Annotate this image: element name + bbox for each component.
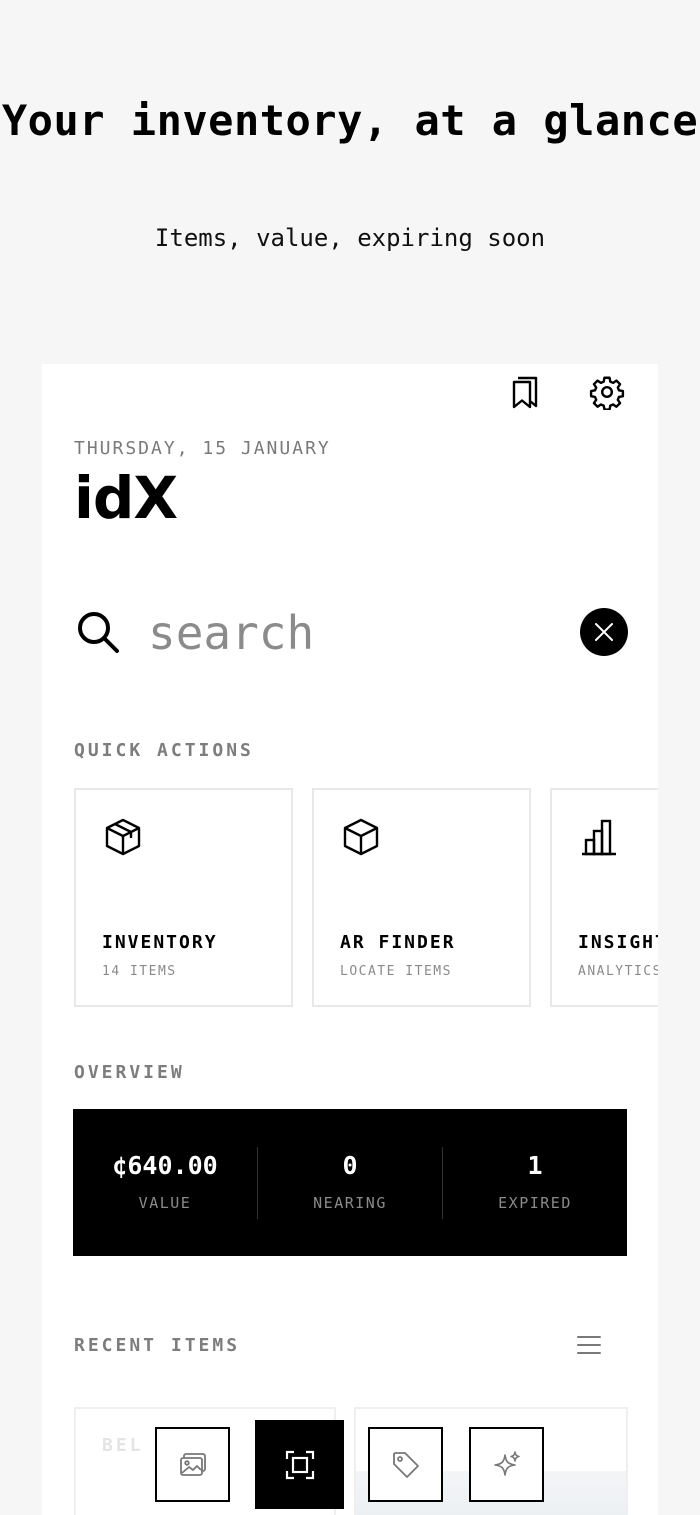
bookmarks-button[interactable] xyxy=(506,372,546,412)
settings-button[interactable] xyxy=(587,372,627,412)
gear-icon xyxy=(589,376,625,410)
stat-label: NEARING xyxy=(313,1193,387,1212)
scan-icon xyxy=(285,1450,314,1479)
quick-actions-row: INVENTORY 14 ITEMS AR FINDER LOCATE ITEM… xyxy=(74,788,658,1007)
recent-items-heading: RECENT ITEMS xyxy=(74,1335,241,1356)
quick-action-subtitle: LOCATE ITEMS xyxy=(340,964,452,979)
bar-chart-icon xyxy=(582,819,616,856)
menu-icon xyxy=(577,1336,601,1354)
quick-actions-heading: QUICK ACTIONS xyxy=(74,740,254,761)
clear-search-button[interactable] xyxy=(580,608,628,656)
hero-subtitle: Items, value, expiring soon xyxy=(154,224,546,252)
quick-action-subtitle: ANALYTICS xyxy=(578,964,658,979)
overview-stats-panel: ¢640.00 VALUE 0 NEARING 1 EXPIRED xyxy=(73,1109,627,1256)
cube-icon xyxy=(343,818,379,856)
quick-action-insights[interactable]: INSIGHTS ANALYTICS xyxy=(550,788,658,1007)
quick-action-inventory[interactable]: INVENTORY 14 ITEMS xyxy=(74,788,293,1007)
close-icon xyxy=(595,623,613,641)
quick-action-title: AR FINDER xyxy=(340,932,456,953)
app-screen: THURSDAY, 15 JANUARY idX QUICK ACTIONS I… xyxy=(42,364,658,1515)
app-logo: idX xyxy=(74,464,178,532)
current-date: THURSDAY, 15 JANUARY xyxy=(74,438,331,459)
quick-action-title: INSIGHTS xyxy=(578,932,658,953)
stat-label: VALUE xyxy=(138,1193,192,1212)
search-bar xyxy=(74,604,630,664)
list-view-button[interactable] xyxy=(574,1330,604,1360)
search-input[interactable] xyxy=(148,604,568,662)
bookmarks-icon xyxy=(512,376,538,409)
stat-value: ¢640.00 VALUE xyxy=(73,1147,257,1219)
stat-number: 0 xyxy=(342,1150,358,1180)
tag-button[interactable] xyxy=(368,1427,443,1502)
ai-assistant-button[interactable] xyxy=(469,1427,544,1502)
stat-nearing: 0 NEARING xyxy=(257,1146,442,1219)
stat-number: ¢640.00 xyxy=(112,1150,218,1180)
stat-label: EXPIRED xyxy=(498,1193,572,1212)
quick-action-title: INVENTORY xyxy=(102,932,218,953)
tag-icon xyxy=(392,1451,419,1478)
search-icon xyxy=(78,612,119,653)
stat-number: 1 xyxy=(527,1150,543,1180)
hero-title: Your inventory, at a glance xyxy=(1,96,699,145)
quick-action-ar-finder[interactable]: AR FINDER LOCATE ITEMS xyxy=(312,788,531,1007)
stat-expired: 1 EXPIRED xyxy=(442,1146,627,1219)
quick-action-subtitle: 14 ITEMS xyxy=(102,964,177,979)
package-icon xyxy=(105,818,141,856)
gallery-button[interactable] xyxy=(155,1427,230,1502)
gallery-icon xyxy=(179,1452,206,1476)
sparkle-icon xyxy=(493,1450,520,1476)
overview-heading: OVERVIEW xyxy=(74,1062,185,1083)
scan-button[interactable] xyxy=(255,1420,344,1509)
